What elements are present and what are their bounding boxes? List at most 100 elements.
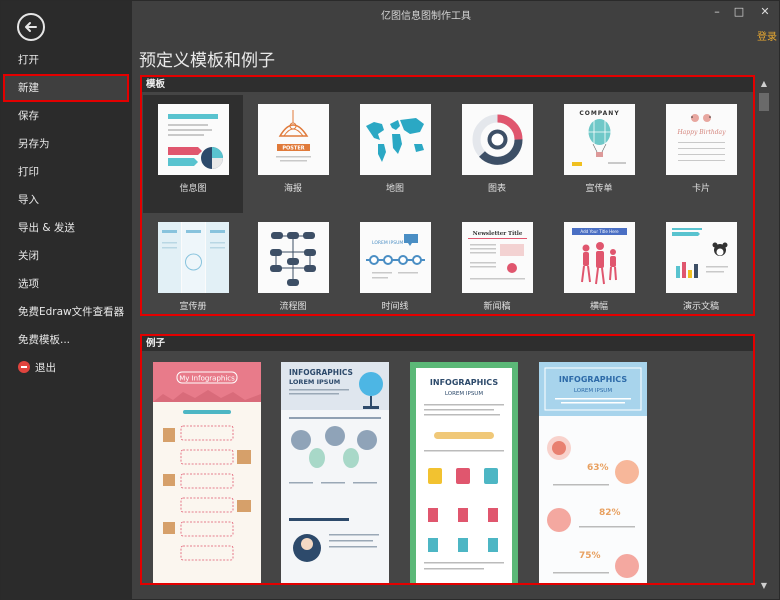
login-link[interactable]: 登录 (757, 28, 777, 43)
menu-item-import[interactable]: 导入 (1, 186, 132, 214)
template-presentation[interactable]: 演示文稿 (651, 222, 751, 312)
menu-item-label: 免费Edraw文件查看器 (18, 306, 125, 318)
menu-item-close[interactable]: 关闭 (1, 242, 132, 270)
brochure-thumb (157, 222, 229, 293)
tile-label: 新闻稿 (483, 302, 511, 312)
example-2[interactable]: INFOGRAPHICS LOREM IPSUM (281, 362, 389, 583)
tile-label: 演示文稿 (682, 302, 719, 312)
example-2-title: INFOGRAPHICS (289, 368, 353, 377)
flowchart-thumb (257, 222, 329, 293)
example-1-graphic: My Infographics (153, 362, 261, 561)
example-3[interactable]: INFOGRAPHICS LOREM IPSUM (410, 362, 518, 583)
menu-item-new[interactable]: 新建 (3, 74, 129, 102)
presentation-thumb (665, 222, 737, 293)
tile-label: 卡片 (691, 184, 710, 194)
scroll-up-button[interactable]: ▲ (758, 79, 770, 89)
tile-label: 流程图 (279, 302, 307, 312)
window-title: 亿图信息图制作工具 (381, 11, 471, 22)
menu-item-label: 另存为 (18, 138, 50, 150)
menu-item-save[interactable]: 保存 (1, 102, 132, 130)
card-thumb-text: Happy Birthday (676, 129, 726, 136)
backstage-sidebar: 打开 新建 保存 另存为 打印 导入 导出 & 发送 关闭 选项 免费Edraw… (1, 1, 132, 600)
menu-item-label: 免费模板... (18, 334, 71, 346)
example-3-graphic: INFOGRAPHICS LOREM IPSUM (416, 368, 512, 583)
example-4-subtitle: LOREM IPSUM (574, 388, 612, 394)
minimize-button[interactable]: – (706, 4, 728, 20)
back-button[interactable] (17, 13, 45, 41)
template-map[interactable]: 地图 (345, 104, 445, 194)
page-title: 预定义模板和例子 (139, 51, 275, 71)
tile-label: 宣传册 (179, 302, 207, 312)
template-newsletter[interactable]: Newsletter Title 新闻稿 (447, 222, 547, 312)
infographic-thumb (157, 104, 229, 175)
tile-label: 宣传单 (585, 184, 613, 194)
banner-thumb: Add Your Title Here (563, 222, 635, 293)
template-flowchart[interactable]: 流程图 (243, 222, 343, 312)
example-4-graphic: INFOGRAPHICS LOREM IPSUM 63% 82% 75% (539, 362, 647, 578)
chart-thumb (461, 104, 533, 175)
template-infographic[interactable]: 信息图 (143, 95, 243, 213)
menu-item-label: 关闭 (18, 250, 39, 262)
menu-item-export-send[interactable]: 导出 & 发送 (1, 214, 132, 242)
examples-section: 例子 My Infographics INFOGRAPHICS LOREM IP… (140, 334, 755, 585)
example-1-title: My Infographics (179, 375, 235, 383)
template-chart[interactable]: 图表 (447, 104, 547, 194)
tile-label: 横幅 (589, 302, 608, 312)
timeline-thumb-text: LOREM IPSUM (372, 240, 403, 246)
tile-label: 地图 (385, 184, 404, 194)
app-window: 打开 新建 保存 另存为 打印 导入 导出 & 发送 关闭 选项 免费Edraw… (0, 0, 780, 600)
title-bar: 亿图信息图制作工具 – □ ✕ (132, 1, 780, 25)
menu-item-label: 导出 & 发送 (18, 222, 75, 234)
menu-item-save-as[interactable]: 另存为 (1, 130, 132, 158)
exit-icon (18, 361, 30, 373)
poster-thumb: POSTER (257, 104, 329, 175)
example-2-graphic: INFOGRAPHICS LOREM IPSUM (281, 362, 389, 562)
maximize-button[interactable]: □ (728, 4, 750, 20)
menu-item-label: 退出 (35, 362, 56, 374)
templates-header: 模板 (142, 77, 753, 92)
menu-item-label: 导入 (18, 194, 39, 206)
template-poster[interactable]: POSTER 海报 (243, 104, 343, 194)
tile-label: 海报 (283, 184, 302, 194)
menu-item-exit[interactable]: 退出 (1, 354, 132, 382)
menu-item-options[interactable]: 选项 (1, 270, 132, 298)
examples-header: 例子 (142, 336, 753, 351)
example-2-subtitle: LOREM IPSUM (289, 378, 340, 386)
template-banner[interactable]: Add Your Title Here 横幅 (549, 222, 649, 312)
menu-item-label: 保存 (18, 110, 39, 122)
tile-label: 信息图 (179, 184, 207, 194)
arrow-left-icon (25, 22, 37, 32)
example-4-stat-3: 75% (579, 551, 601, 561)
menu-item-label: 打印 (18, 166, 39, 178)
example-4-stat-1: 63% (587, 463, 609, 473)
menu-item-label: 新建 (18, 82, 39, 94)
menu-item-print[interactable]: 打印 (1, 158, 132, 186)
flyer-thumb-text: COMPANY (579, 110, 619, 117)
menu-item-free-viewer[interactable]: 免费Edraw文件查看器 (1, 298, 132, 326)
example-1[interactable]: My Infographics (153, 362, 261, 583)
sidebar-menu: 打开 新建 保存 另存为 打印 导入 导出 & 发送 关闭 选项 免费Edraw… (1, 46, 132, 382)
template-card[interactable]: Happy Birthday 卡片 (651, 104, 751, 194)
templates-section: 模板 信息图 POSTER 海报 地图 图表 COMPANY 宣传单 Happy… (140, 75, 755, 316)
close-button[interactable]: ✕ (754, 4, 776, 20)
newsletter-thumb-text: Newsletter Title (472, 231, 522, 237)
menu-item-label: 打开 (18, 54, 39, 66)
poster-thumb-text: POSTER (282, 146, 304, 152)
example-3-title: INFOGRAPHICS (430, 378, 498, 387)
card-thumb: Happy Birthday (665, 104, 737, 175)
template-brochure[interactable]: 宣传册 (143, 222, 243, 312)
newsletter-thumb: Newsletter Title (461, 222, 533, 293)
template-flyer[interactable]: COMPANY 宣传单 (549, 104, 649, 194)
example-4-title: INFOGRAPHICS (559, 375, 627, 384)
menu-item-free-templates[interactable]: 免费模板... (1, 326, 132, 354)
scrollbar-thumb[interactable] (759, 93, 769, 111)
scroll-down-button[interactable]: ▼ (758, 581, 770, 591)
example-3-subtitle: LOREM IPSUM (445, 391, 483, 397)
tile-label: 图表 (487, 184, 506, 194)
example-4[interactable]: INFOGRAPHICS LOREM IPSUM 63% 82% 75% (539, 362, 647, 583)
template-timeline[interactable]: LOREM IPSUM 时间线 (345, 222, 445, 312)
tile-label: 时间线 (381, 302, 409, 312)
menu-item-open[interactable]: 打开 (1, 46, 132, 74)
map-thumb (359, 104, 431, 175)
menu-item-label: 选项 (18, 278, 39, 290)
